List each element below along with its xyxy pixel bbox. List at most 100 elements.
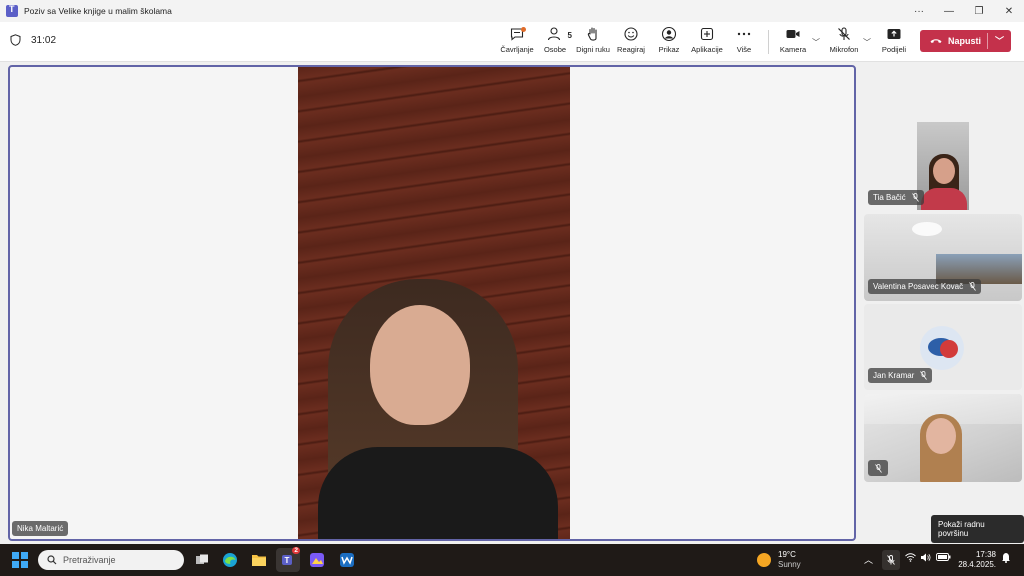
participant-name-tag: Tia Bačić [868,190,924,205]
participant-shirt [318,447,558,539]
hand-icon [587,27,597,41]
leave-options-chevron-icon[interactable]: ﹀ [995,34,1004,47]
show-desktop-tooltip: Pokaži radnu površinu [931,515,1024,543]
participant-face [926,418,956,454]
react-label: Reagiraj [617,45,645,54]
share-label: Podijeli [881,45,907,54]
teams-taskbar-icon[interactable]: T 2 [276,547,300,572]
raise-hand-label: Digni ruku [576,45,610,54]
toolbar-divider [768,30,769,54]
view-icon [661,26,677,42]
view-label: Prikaz [658,45,680,54]
participant-shirt [921,188,967,210]
mic-off-icon [969,282,976,291]
meeting-timer: 31:02 [10,34,56,46]
video-camera-icon [786,30,800,38]
mic-button[interactable]: Mikrofon [826,26,862,60]
participant-name: Tia Bačić [873,193,906,202]
weather-widget[interactable]: 19°C Sunny [757,550,801,570]
title-bar: Poziv sa Velike knjige u malim školama ·… [0,0,1024,22]
raise-hand-button[interactable]: Digni ruku [575,26,611,60]
speaker-icon[interactable] [920,553,931,564]
wave-app-icon[interactable] [335,548,359,572]
meeting-toolbar: 31:02 Čavrljanje 5 Osobe Digni ruku Reag… [0,22,1024,62]
teams-notification-badge: 2 [292,547,300,554]
wifi-icon[interactable] [905,553,916,564]
chat-button[interactable]: Čavrljanje [500,26,534,60]
search-icon [47,555,57,565]
taskbar-search-input[interactable]: Pretraživanje [38,550,184,570]
teams-logo-icon [6,4,18,17]
mic-off-icon [838,27,850,40]
minimize-icon[interactable]: — [934,0,964,22]
restore-icon[interactable]: ❐ [964,0,994,22]
people-count: 5 [567,31,572,40]
svg-text:T: T [285,556,290,565]
people-button[interactable]: 5 Osobe [540,26,572,60]
participant-face [933,158,955,184]
file-explorer-icon[interactable] [247,548,271,572]
main-participant-name: Nika Maltarić [17,524,64,533]
main-video-tile[interactable]: Nika Maltarić [8,65,856,541]
mic-options-chevron-icon[interactable]: ﹀ [863,37,871,48]
participant-face [370,305,470,425]
weather-temperature: 19°C [778,550,796,559]
close-icon[interactable]: ✕ [994,0,1024,22]
edge-browser-icon[interactable] [218,548,242,572]
sun-icon [757,553,771,567]
window-title: Poziv sa Velike knjige u malim školama [24,6,172,16]
leave-separator [987,33,988,49]
participant-name-tag: Jan Kramar [868,368,933,383]
camera-button[interactable]: Kamera [778,26,808,60]
more-icon [737,32,751,36]
mic-label: Mikrofon [829,45,859,54]
more-label: Više [736,45,752,54]
photos-app-icon[interactable] [305,548,329,572]
chat-label: Čavrljanje [500,45,534,54]
more-button[interactable]: Više [733,26,755,60]
windows-taskbar: Pretraživanje T 2 19°C Sunny ︿ 17:38 28.… [0,544,1024,576]
background-lamp [912,222,942,236]
clock-time: 17:38 [975,550,996,559]
apps-label: Aplikacije [691,45,723,54]
share-button[interactable]: Podijeli [880,26,908,60]
smiley-icon [624,27,638,41]
task-view-icon[interactable] [190,548,214,572]
more-icon[interactable]: ··· [904,0,934,22]
participant-name-tag: Valentina Posavec Kovač [868,279,982,294]
participant-tile-valentina[interactable]: Valentina Posavec Kovač [864,214,1022,301]
participant-name: Valentina Posavec Kovač [873,282,964,291]
timer-text: 31:02 [31,34,57,46]
main-participant-video [298,67,570,539]
main-participant-name-tag: Nika Maltarić [12,521,69,536]
chat-notification-dot [521,27,526,32]
windows-start-icon[interactable] [12,552,28,568]
taskbar-clock[interactable]: 17:38 28.4.2025. [958,550,996,570]
leave-button[interactable]: Napusti ﹀ [920,30,1011,52]
participant-video-tia [917,122,969,210]
apps-button[interactable]: Aplikacije [689,26,725,60]
camera-options-chevron-icon[interactable]: ﹀ [812,37,820,48]
participant-name: Jan Kramar [873,371,915,380]
mic-tray-icon[interactable] [882,550,900,570]
search-placeholder: Pretraživanje [63,555,116,565]
meeting-stage: Nika Maltarić Tia Bačić Valentina Posave… [0,62,1024,544]
view-button[interactable]: Prikaz [656,26,682,60]
window-controls: ··· — ❐ ✕ [904,0,1024,22]
camera-label: Kamera [779,45,807,54]
people-icon [547,27,561,41]
participant-muted-badge [868,460,888,476]
participant-tile-jan[interactable]: Jan Kramar [864,304,1022,390]
participant-tile-tia[interactable]: Tia Bačić [864,122,1022,212]
avatar [920,326,964,370]
participant-tile-self[interactable] [864,394,1022,482]
notification-bell-icon[interactable] [1001,552,1011,565]
react-button[interactable]: Reagiraj [617,26,645,60]
share-screen-icon [887,29,901,39]
chevron-up-icon[interactable]: ︿ [864,553,873,566]
shield-icon [10,34,21,46]
leave-label: Napusti [948,36,982,46]
battery-icon[interactable] [936,553,951,563]
avatar-bird-belly [940,340,958,358]
add-apps-icon [700,27,714,41]
